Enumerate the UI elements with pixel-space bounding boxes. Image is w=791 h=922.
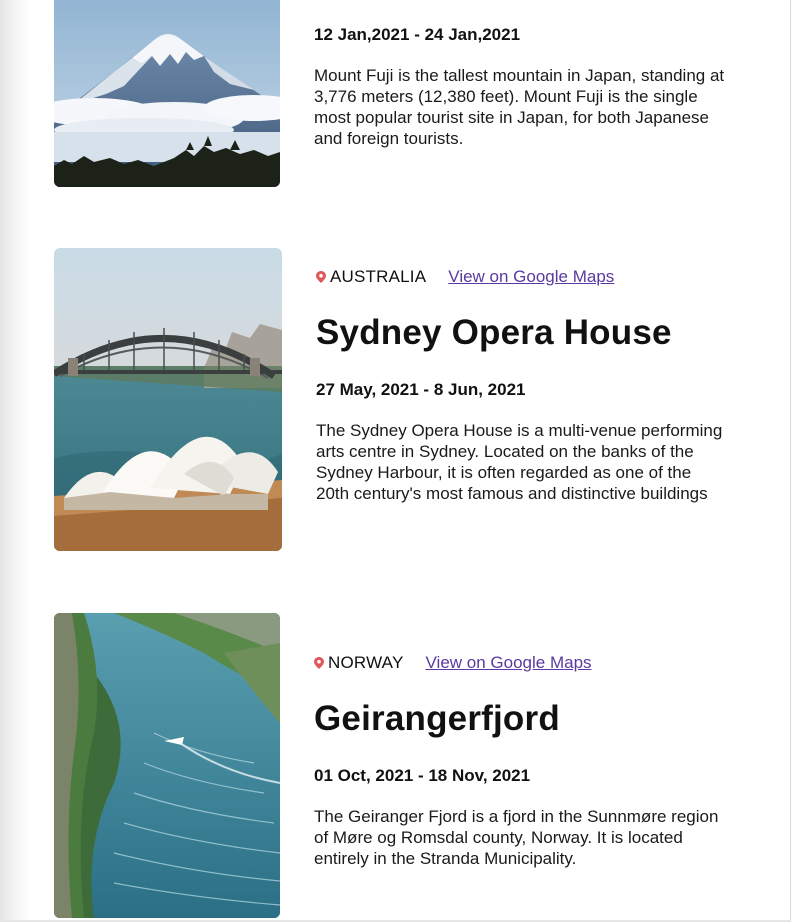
entry-title: Geirangerfjord [314,699,560,738]
location-pin-icon [314,657,324,669]
location-pin-icon [316,271,326,283]
entry-description: The Sydney Opera House is a multi-venue … [316,421,723,503]
entry-country: NORWAY [328,653,404,672]
view-on-google-maps-link[interactable]: View on Google Maps [426,653,592,673]
entry-country: AUSTRALIA [330,267,427,286]
page-left-shadow [0,0,30,922]
entry-dates: 01 Oct, 2021 - 18 Nov, 2021 [314,766,531,785]
entry-location-row: AUSTRALIA View on Google Maps [316,267,614,287]
entry-location-row: NORWAY View on Google Maps [314,653,592,673]
mount-fuji-photo [54,0,280,187]
entry-dates: 27 May, 2021 - 8 Jun, 2021 [316,380,526,399]
sydney-opera-house-photo [54,248,282,551]
entry-description: Mount Fuji is the tallest mountain in Ja… [314,66,725,148]
view-on-google-maps-link[interactable]: View on Google Maps [448,267,614,287]
entry-description: The Geiranger Fjord is a fjord in the Su… [314,807,719,868]
geirangerfjord-photo [54,613,280,918]
entry-dates: 12 Jan,2021 - 24 Jan,2021 [314,25,521,44]
entry-title: Sydney Opera House [316,313,672,352]
